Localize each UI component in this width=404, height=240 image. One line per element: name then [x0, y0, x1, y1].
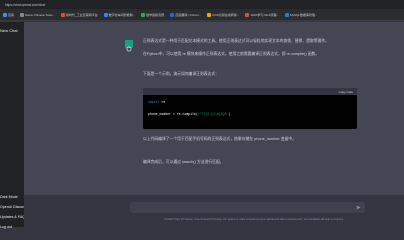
bookmark-label: OCR识别在线转换...	[212, 12, 240, 17]
bookmark-favicon-icon	[284, 12, 289, 17]
bookmark-favicon-icon	[3, 12, 7, 17]
code-line: phone_number = re.compile(r'^1[3-9]\d{9}…	[148, 111, 352, 117]
code-text: re	[159, 100, 166, 104]
composer-area: ChatGPT Dec 15 Version. Free Research Pr…	[24, 195, 404, 227]
message-input[interactable]	[130, 202, 365, 213]
new-chat-button[interactable]: New Chat	[0, 28, 18, 33]
copy-code-button[interactable]: Copy code	[339, 90, 353, 94]
bookmark-item[interactable]: MySQL数据库管理...	[284, 12, 318, 17]
code-block-header: Copy code	[143, 88, 357, 95]
send-icon[interactable]	[356, 205, 361, 210]
code-text: phone_number = re.compile(	[148, 112, 198, 116]
code-text: )	[228, 112, 231, 116]
code-keyword: import	[148, 100, 160, 104]
message-paragraph-5: 编译完成后，可以通过 search() 方法进行匹配。	[143, 160, 224, 164]
bookmark-item[interactable]: 新时代_工业互联网平台	[60, 12, 98, 17]
bookmark-label: 应用	[8, 12, 15, 17]
bookmark-item[interactable]: 数学建模竞赛	[141, 12, 165, 17]
code-content: import re phone_number = re.compile(r'^1…	[143, 95, 357, 121]
bookmark-favicon-icon	[207, 12, 212, 17]
bookmark-label: 新时代_工业互联网平台	[65, 12, 98, 17]
bookmark-favicon-icon	[20, 12, 25, 17]
message-paragraph-2: 在Python中，可以使用 re 模块来操作正则表达式。使用之前需要编译正则表达…	[143, 52, 320, 56]
sidebar-bottom-menu: Dark Mode OpenAI Discord Updates & FAQ L…	[0, 192, 25, 232]
sidebar: New Chat Dark Mode OpenAI Discord Update…	[0, 22, 25, 229]
bookmark-favicon-icon	[103, 12, 108, 17]
bookmark-label: JAVA学习-Web流程...	[250, 12, 279, 17]
bookmark-label: 数字化车间智能制...	[108, 12, 136, 17]
sidebar-item-discord[interactable]: OpenAI Discord	[0, 202, 25, 212]
bookmark-item[interactable]: Some Chinese Tools...	[20, 12, 55, 17]
message-paragraph-4: 以上代码编译了一个用于匹配手机号码的正则表达式，结果存储在 phone_numb…	[143, 137, 296, 141]
code-string: r'^1[3-9]\d{9}$'	[197, 112, 229, 116]
code-block: Copy code import re phone_number = re.co…	[143, 88, 357, 129]
bookmark-label: Some Chinese Tools...	[25, 12, 55, 17]
bookmark-label: 百度翻译 | Chrom...	[175, 12, 202, 17]
bookmarks-bar: 应用 Some Chinese Tools... 新时代_工业互联网平台 数字化车间智…	[0, 9, 404, 21]
bookmark-item[interactable]: 数字化车间智能制...	[103, 12, 136, 17]
message-paragraph-3: 下面是一个示例，演示如何编译正则表达式：	[143, 72, 219, 76]
bookmark-label: 数学建模竞赛	[146, 12, 165, 17]
bookmark-label: MySQL数据库管理...	[289, 12, 318, 17]
bookmark-favicon-icon	[245, 12, 250, 17]
sidebar-item-updates-faq[interactable]: Updates & FAQ	[0, 212, 25, 222]
bookmark-item[interactable]: 百度翻译 | Chrom...	[170, 12, 202, 17]
message-paragraph-1: 正则表达式是一种用于匹配文本模式的工具。使用正则表达式可以轻松地实现文本的查找、…	[143, 39, 330, 43]
assistant-avatar-icon	[125, 40, 133, 52]
bookmark-favicon-icon	[60, 12, 65, 17]
footer-disclaimer: ChatGPT Dec 15 Version. Free Research Pr…	[163, 218, 344, 221]
sidebar-item-dark-mode[interactable]: Dark Mode	[0, 192, 24, 202]
bookmark-item[interactable]: OCR识别在线转换...	[207, 12, 240, 17]
sidebar-item-log-out[interactable]: Log out	[0, 222, 24, 232]
bookmark-favicon-icon	[170, 12, 175, 17]
bookmark-item[interactable]: JAVA学习-Web流程...	[245, 12, 279, 17]
bookmark-favicon-icon	[141, 12, 146, 17]
url-text[interactable]: https://chat.openai.com/chat	[5, 3, 45, 7]
address-bar[interactable]: https://chat.openai.com/chat	[0, 0, 404, 9]
bookmark-item[interactable]: 应用	[3, 12, 15, 17]
